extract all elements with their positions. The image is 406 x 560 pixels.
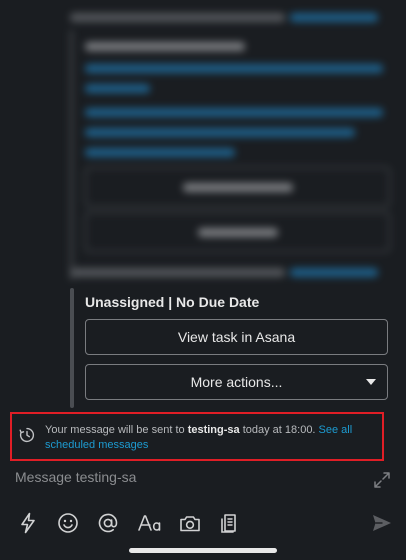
notice-channel: testing-sa (187, 424, 240, 436)
app-screen: Unassigned | No Due Date View task in As… (0, 0, 406, 560)
attachment-quote-bar (70, 288, 74, 408)
attachment-icon[interactable] (218, 511, 242, 535)
expand-icon[interactable] (372, 470, 392, 490)
message-input[interactable] (15, 466, 345, 488)
lightning-icon[interactable] (16, 511, 40, 535)
mention-icon[interactable] (96, 511, 120, 535)
text-format-icon[interactable] (137, 511, 163, 535)
notice-suffix: today at 18:00. (239, 424, 319, 436)
more-actions-button[interactable]: More actions... (85, 364, 388, 400)
send-icon[interactable] (370, 511, 394, 535)
blurred-message-area (0, 0, 406, 285)
emoji-icon[interactable] (56, 511, 80, 535)
scheduled-clock-icon (19, 427, 35, 443)
notice-prefix: Your message will be sent to (45, 424, 188, 436)
scheduled-message-notice: Your message will be sent to testing-sa … (10, 412, 384, 461)
view-task-button-label: View task in Asana (177, 329, 296, 345)
scheduled-message-text: Your message will be sent to testing-sa … (45, 423, 375, 453)
camera-icon[interactable] (178, 511, 202, 535)
home-indicator[interactable] (129, 548, 277, 553)
task-status-heading: Unassigned | No Due Date (85, 294, 260, 310)
view-task-button[interactable]: View task in Asana (85, 319, 388, 355)
more-actions-button-label: More actions... (190, 374, 283, 390)
caret-down-icon (366, 379, 376, 385)
